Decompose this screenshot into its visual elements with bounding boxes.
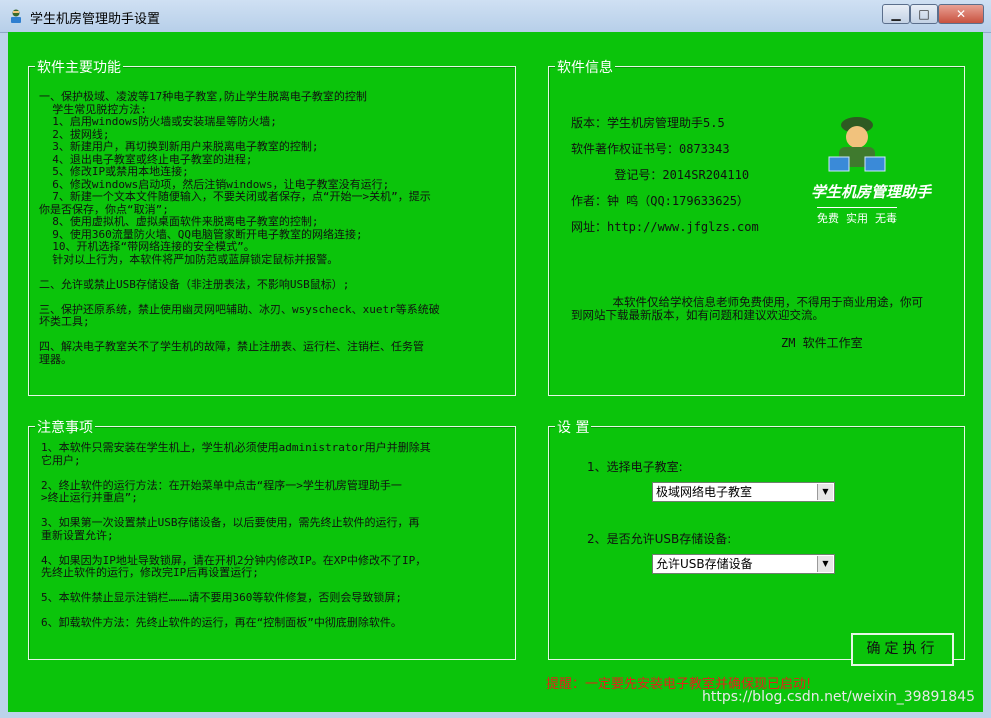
info-group: 软件信息 版本：学生机房管理助手5.5 软件著作权证书号：0873343 登记号… — [548, 57, 965, 396]
minimize-button[interactable]: ▁ — [882, 4, 910, 24]
info-title: 软件信息 — [555, 57, 615, 77]
maximize-button[interactable]: □ — [910, 4, 938, 24]
notes-text: 1、本软件只需安装在学生机上，学生机必须使用administrator用户并删除… — [41, 441, 431, 629]
notes-title: 注意事项 — [35, 417, 95, 437]
title-bar[interactable]: 学生机房管理助手设置 ▁ □ ✕ — [0, 0, 991, 33]
close-button[interactable]: ✕ — [938, 4, 984, 24]
app-logo-icon — [828, 117, 886, 172]
settings-title: 设 置 — [555, 417, 592, 437]
usb-select[interactable]: 允许USB存储设备 ▼ — [652, 554, 835, 574]
logo-title: 学生机房管理助手 — [811, 183, 932, 201]
studio-text: ZM 软件工作室 — [781, 336, 863, 350]
window-title: 学生机房管理助手设置 — [30, 12, 161, 27]
features-group: 软件主要功能 一、保护极域、凌波等17种电子教室,防止学生脱离电子教室的控制 学… — [28, 57, 516, 396]
app-icon — [11, 9, 21, 23]
usb-label: 2、是否允许USB存储设备: — [587, 532, 732, 546]
chevron-down-icon[interactable]: ▼ — [817, 556, 833, 572]
copyright-text: 软件著作权证书号：0873343 — [571, 142, 730, 156]
version-text: 版本：学生机房管理助手5.5 — [571, 116, 725, 130]
notice-text: 本软件仅给学校信息老师免费使用，不得用于商业用途，你可 到网站下载最新版本，如有… — [571, 295, 924, 322]
classroom-select-value: 极域网络电子教室 — [656, 485, 753, 499]
register-text: 登记号：2014SR204110 — [571, 168, 750, 182]
notes-group: 注意事项 1、本软件只需安装在学生机上，学生机必须使用administrator… — [28, 417, 516, 660]
classroom-select[interactable]: 极域网络电子教室 ▼ — [652, 482, 835, 502]
client-area: 软件主要功能 一、保护极域、凌波等17种电子教室,防止学生脱离电子教室的控制 学… — [8, 32, 983, 712]
execute-button[interactable]: 确定执行 — [851, 633, 954, 666]
website-text: 网址：http://www.jfglzs.com — [571, 220, 759, 234]
watermark-text: https://blog.csdn.net/weixin_39891845 — [702, 689, 976, 705]
author-text: 作者：钟 鸣（QQ:179633625） — [571, 194, 749, 208]
chevron-down-icon[interactable]: ▼ — [817, 484, 833, 500]
features-text: 一、保护极域、凌波等17种电子教室,防止学生脱离电子教室的控制 学生常见脱控方法… — [39, 90, 440, 366]
classroom-label: 1、选择电子教室: — [587, 460, 683, 474]
settings-group: 设 置 1、选择电子教室: 极域网络电子教室 ▼ 2、是否允许USB存储设备: … — [548, 417, 965, 660]
logo-subtitle: 免费 实用 无毒 — [817, 207, 897, 226]
features-title: 软件主要功能 — [35, 57, 123, 77]
usb-select-value: 允许USB存储设备 — [656, 557, 753, 571]
